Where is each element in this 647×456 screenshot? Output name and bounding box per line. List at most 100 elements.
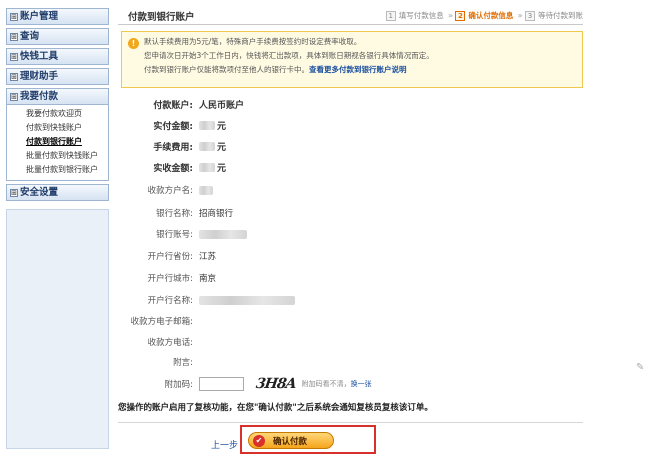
expand-icon: ⊞ — [10, 52, 18, 61]
pencil-icon: ✎ — [636, 362, 645, 373]
label-city: 开户行城市: — [147, 274, 193, 284]
redacted-value — [199, 185, 213, 195]
menu-finance-assistant[interactable]: ⊞ 理财助手 — [6, 68, 109, 85]
label-received-amount: 实收金额: — [153, 163, 193, 174]
warning-icon: ! — [128, 38, 139, 49]
value-branch — [199, 295, 297, 305]
submenu-batch-pay-kuaiqian[interactable]: 批量付款到快钱账户 — [7, 149, 108, 163]
value-actual-amount: 元 — [199, 119, 226, 132]
menu-payment[interactable]: ⊞ 我要付款 — [6, 88, 109, 105]
value-bank-name: 招商银行 — [199, 209, 234, 219]
redacted-value — [199, 295, 295, 305]
row-city: 开户行城市: 南京 — [118, 271, 216, 285]
row-fee: 手续费用: 元 — [118, 139, 226, 153]
row-province: 开户行省份: 江苏 — [118, 249, 216, 263]
step-label: 等待付款到账 — [538, 11, 583, 20]
menu-label: 理财助手 — [20, 71, 59, 82]
menu-label: 快钱工具 — [20, 51, 59, 62]
menu-security-settings[interactable]: ⊞ 安全设置 — [6, 184, 109, 201]
previous-step-link[interactable]: 上一步 — [211, 438, 238, 451]
menu-kuaiqian-tools[interactable]: ⊞ 快钱工具 — [6, 48, 109, 65]
label-payee-name: 收款方户名: — [147, 186, 193, 196]
row-branch: 开户行名称: — [118, 293, 297, 307]
step-arrow-icon: ››› — [447, 11, 453, 20]
step-label: 填写付款信息 — [398, 11, 444, 20]
menu-label: 账户管理 — [20, 11, 59, 22]
notice-line: 默认手续费用为5元/笔，特殊商户手续费按签约时设定费率收取。 — [144, 37, 362, 46]
value-city: 南京 — [199, 274, 217, 284]
confirm-payment-button[interactable]: ✔ 确认付款 — [248, 432, 334, 449]
main-content: 付款到银行账户 1 填写付款信息 ››› 2 确认付款信息 ››› 3 等待付款到账 … — [118, 7, 583, 454]
review-notice: 您操作的账户启用了复核功能，在您"确认付款"之后系统会通知复核员复核该订单。 — [118, 403, 433, 413]
label-actual-amount: 实付金额: — [153, 121, 193, 132]
notice-line: 付款到银行账户仅能将款项付至他人的银行卡中。查看更多付款到银行账户说明 — [144, 63, 582, 77]
value-payee-name — [199, 185, 215, 195]
row-memo: 附言: — [118, 355, 199, 369]
label-account: 付款账户: — [153, 100, 193, 111]
captcha-image: 3H8A — [254, 376, 297, 392]
expand-icon: ⊞ — [10, 12, 18, 21]
step-1: 1 填写付款信息 — [385, 10, 444, 21]
progress-steps: 1 填写付款信息 ››› 2 确认付款信息 ››› 3 等待付款到账 — [382, 10, 583, 21]
submenu-payment-welcome[interactable]: 我要付款欢迎页 — [7, 107, 108, 121]
row-phone: 收款方电话: — [118, 335, 199, 349]
menu-label: 安全设置 — [20, 187, 59, 198]
menu-account-management[interactable]: ⊞ 账户管理 — [6, 8, 109, 25]
currency-unit: 元 — [217, 163, 227, 174]
step-arrow-icon: ››› — [517, 11, 522, 20]
step-label: 确认付款信息 — [468, 11, 514, 20]
expand-icon: ⊞ — [10, 32, 18, 41]
label-bank-name: 银行名称: — [156, 209, 193, 219]
value-fee: 元 — [199, 140, 226, 153]
row-payee-name: 收款方户名: — [118, 183, 215, 197]
redacted-value — [199, 120, 215, 130]
currency-unit: 元 — [217, 121, 227, 132]
label-fee: 手续费用: — [153, 142, 193, 153]
row-actual-amount: 实付金额: 元 — [118, 118, 226, 132]
submenu-batch-pay-bank[interactable]: 批量付款到银行账户 — [7, 163, 108, 177]
collapse-icon: ⊞ — [10, 92, 18, 101]
more-info-link[interactable]: 查看更多付款到银行账户说明 — [309, 65, 407, 74]
page-header: 付款到银行账户 1 填写付款信息 ››› 2 确认付款信息 ››› 3 等待付款到账 — [118, 7, 583, 25]
row-bank-name: 银行名称: 招商银行 — [118, 206, 233, 220]
row-account: 付款账户: 人民币账户 — [118, 97, 244, 111]
refresh-captcha-link[interactable]: 换一张 — [351, 380, 372, 388]
value-received-amount: 元 — [199, 161, 226, 174]
step-number: 2 — [455, 10, 466, 21]
label-branch: 开户行名称: — [147, 296, 193, 306]
step-number: 1 — [385, 10, 396, 21]
label-email: 收款方电子邮箱: — [130, 317, 193, 327]
notice-text: 付款到银行账户仅能将款项付至他人的银行卡中。 — [144, 65, 309, 74]
submenu-pay-to-bank[interactable]: 付款到银行账户 — [7, 135, 108, 149]
label-captcha: 附加码: — [164, 380, 193, 390]
redacted-value — [199, 229, 247, 239]
sidebar-nav: ⊞ 账户管理 ⊞ 查询 ⊞ 快钱工具 ⊞ 理财助手 ⊞ 我要付款 我要付款欢迎页 付款到快… — [6, 8, 109, 204]
captcha-input[interactable] — [199, 377, 244, 391]
captcha-tip: 附加码看不清，换一张 — [302, 379, 372, 389]
menu-query[interactable]: ⊞ 查询 — [6, 28, 109, 45]
label-province: 开户行省份: — [147, 252, 193, 262]
row-bank-account: 银行账号: — [118, 227, 249, 241]
currency-unit: 元 — [217, 142, 227, 153]
label-memo: 附言: — [173, 358, 193, 368]
value-province: 江苏 — [199, 252, 217, 262]
expand-icon: ⊞ — [10, 72, 18, 81]
row-email: 收款方电子邮箱: — [118, 314, 199, 328]
notice-box: ! 默认手续费用为5元/笔，特殊商户手续费按签约时设定费率收取。 您申请次日开始… — [121, 31, 583, 88]
submenu-pay-to-kuaiqian[interactable]: 付款到快钱账户 — [7, 121, 108, 135]
page-title: 付款到银行账户 — [128, 11, 195, 23]
row-received-amount: 实收金额: 元 — [118, 160, 226, 174]
step-3: 3 等待付款到账 — [525, 10, 583, 21]
captcha-tip-text: 附加码看不清， — [301, 380, 351, 388]
menu-label: 我要付款 — [20, 91, 59, 102]
confirm-label: 确认付款 — [273, 436, 308, 447]
step-2-current: 2 确认付款信息 — [455, 10, 513, 21]
expand-icon: ⊞ — [10, 188, 18, 197]
divider — [118, 422, 583, 423]
payment-submenu: 我要付款欢迎页 付款到快钱账户 付款到银行账户 批量付款到快钱账户 批量付款到银… — [6, 105, 109, 181]
redacted-value — [199, 141, 215, 151]
label-bank-account: 银行账号: — [156, 230, 193, 240]
menu-label: 查询 — [20, 31, 40, 42]
label-phone: 收款方电话: — [147, 338, 193, 348]
redacted-value — [199, 162, 215, 172]
